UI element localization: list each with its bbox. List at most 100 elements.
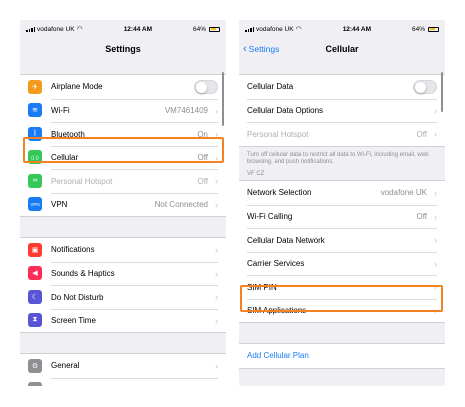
vpn-icon: VPN xyxy=(28,197,42,212)
row-general[interactable]: ⚙ General › xyxy=(20,354,226,378)
screentime-label: Screen Time xyxy=(51,316,96,326)
row-screentime[interactable]: ⧗ Screen Time › xyxy=(20,308,226,333)
chevron-right-icon: › xyxy=(215,105,218,116)
sounds-label: Sounds & Haptics xyxy=(51,269,115,279)
moon-icon: ☾ xyxy=(28,289,42,304)
chevron-right-icon: › xyxy=(212,385,218,386)
settings-screen: vodafone UK ◠ 12:44 AM 64% Settings ✈ Air… xyxy=(20,20,226,386)
airplane-label: Airplane Mode xyxy=(51,82,103,92)
settings-group-notifications: ▣ Notifications › ◀ Sounds & Haptics › ☾ Do Not… xyxy=(20,237,226,333)
signal-strength-icon xyxy=(26,26,35,32)
bluetooth-icon: ᛒ xyxy=(28,126,42,141)
page-title: Cellular xyxy=(325,44,359,54)
row-cellular-data-network[interactable]: Cellular Data Network › xyxy=(239,228,445,252)
back-button[interactable]: ‹ Settings xyxy=(243,38,279,60)
scroll-indicator[interactable] xyxy=(222,72,224,126)
row-wifi[interactable]: ≋ Wi-Fi VM7461409 › xyxy=(20,98,226,123)
hotspot-label: Personal Hotspot xyxy=(51,176,113,186)
airplane-toggle[interactable] xyxy=(194,79,218,94)
signal-strength-icon xyxy=(245,26,254,32)
hourglass-icon: ⧗ xyxy=(28,313,42,328)
row-dnd[interactable]: ☾ Do Not Disturb › xyxy=(20,285,226,309)
row-cellular-data[interactable]: Cellular Data xyxy=(239,75,445,99)
carrier-settings-group: Network Selection vodafone UK › Wi-Fi Calli… xyxy=(239,180,445,324)
speaker-icon: ◀ xyxy=(28,266,42,281)
row-carrier-services[interactable]: Carrier Services › xyxy=(239,251,445,276)
back-button-label: Settings xyxy=(248,44,280,54)
row-cellular[interactable]: ((·)) Cellular Off › xyxy=(20,145,226,170)
chevron-right-icon: › xyxy=(215,360,218,371)
row-notifications[interactable]: ▣ Notifications › xyxy=(20,238,226,262)
row-cellular-data-options[interactable]: Cellular Data Options › xyxy=(239,98,445,123)
cellular-data-toggle[interactable] xyxy=(413,79,437,94)
general-label: General xyxy=(51,361,80,371)
row-vpn[interactable]: VPN VPN Not Connected › xyxy=(20,192,226,217)
chevron-left-icon: ‹ xyxy=(243,42,247,55)
chevron-right-icon: › xyxy=(215,199,218,210)
row-control[interactable]: ☰ Control Center› xyxy=(20,377,226,386)
wifi-status-icon: ◠ xyxy=(295,25,302,33)
network-selection-value: vodafone UK xyxy=(380,188,427,198)
row-wifi-calling[interactable]: Wi-Fi Calling Off › xyxy=(239,204,445,229)
vpn-value: Not Connected xyxy=(154,200,208,210)
cellular-data-network-label: Cellular Data Network xyxy=(247,235,325,245)
chevron-right-icon: › xyxy=(215,292,218,303)
hotspot-value: Off xyxy=(197,176,208,186)
carrier-services-label: Carrier Services xyxy=(247,259,305,269)
add-cellular-plan-button[interactable]: Add Cellular Plan xyxy=(239,344,445,368)
chevron-right-icon: › xyxy=(434,258,437,269)
chevron-right-icon: › xyxy=(434,129,437,140)
settings-group-general: ⚙General›☰Control Center› xyxy=(20,353,226,386)
cellular-antenna-icon: ((·)) xyxy=(28,150,42,165)
cellular-data-footnote: Turn off cellular data to restrict all d… xyxy=(247,151,429,166)
control-center-icon: ☰ xyxy=(28,382,42,386)
row-personal-hotspot[interactable]: Personal Hotspot Off › xyxy=(239,122,445,146)
sim-pin-label: SIM PIN xyxy=(247,282,277,292)
chevron-right-icon: › xyxy=(434,187,437,198)
nav-bar: Settings xyxy=(20,38,226,60)
chevron-right-icon: › xyxy=(215,244,218,255)
notifications-icon: ▣ xyxy=(28,242,42,257)
row-hotspot[interactable]: ∞ Personal Hotspot Off › xyxy=(20,169,226,193)
section-header-carrier: VF CZ xyxy=(247,171,265,178)
notifications-label: Notifications xyxy=(51,245,95,255)
cellular-data-group: Cellular Data Cellular Data Options › Perso… xyxy=(239,74,445,147)
cellular-data-label: Cellular Data xyxy=(247,82,294,92)
battery-icon xyxy=(428,26,439,32)
battery-percent: 64% xyxy=(411,25,425,33)
chevron-right-icon: › xyxy=(434,235,437,246)
sim-applications-label: SIM Applications xyxy=(247,306,307,316)
dnd-label: Do Not Disturb xyxy=(51,292,104,302)
chevron-right-icon: › xyxy=(434,211,437,222)
cellular-label: Cellular xyxy=(51,153,79,163)
personal-hotspot-label: Personal Hotspot xyxy=(247,129,309,139)
chevron-right-icon: › xyxy=(434,105,437,116)
bluetooth-value: On xyxy=(197,129,208,139)
page-title: Settings xyxy=(105,44,141,54)
row-airplane[interactable]: ✈ Airplane Mode xyxy=(20,75,226,99)
row-network-selection[interactable]: Network Selection vodafone UK › xyxy=(239,181,445,205)
network-selection-label: Network Selection xyxy=(247,188,312,198)
row-sim-pin[interactable]: SIM PIN › xyxy=(239,275,445,299)
row-sim-applications[interactable]: SIM Applications › xyxy=(239,298,445,323)
control-label: Control Center xyxy=(51,385,212,386)
row-bluetooth[interactable]: ᛒ Bluetooth On › xyxy=(20,122,226,146)
wifi-calling-value: Off xyxy=(416,212,427,222)
chevron-right-icon: › xyxy=(215,129,218,140)
carrier-name: vodafone UK xyxy=(37,25,75,33)
status-time: 12:44 AM xyxy=(123,25,152,33)
status-time: 12:44 AM xyxy=(342,25,371,33)
chevron-right-icon: › xyxy=(215,315,218,326)
status-bar: vodafone UK ◠ 12:44 AM 64% xyxy=(239,20,445,38)
battery-percent: 64% xyxy=(192,25,206,33)
chevron-right-icon: › xyxy=(434,305,437,316)
wifi-status-icon: ◠ xyxy=(76,25,83,33)
cellular-value: Off xyxy=(197,153,208,163)
status-bar: vodafone UK ◠ 12:44 AM 64% xyxy=(20,20,226,38)
scroll-indicator[interactable] xyxy=(441,72,443,112)
wifi-label: Wi-Fi xyxy=(51,106,70,116)
hotspot-icon: ∞ xyxy=(28,173,42,188)
row-sounds[interactable]: ◀ Sounds & Haptics › xyxy=(20,261,226,286)
gear-icon: ⚙ xyxy=(28,358,42,373)
add-cellular-plan-label: Add Cellular Plan xyxy=(247,351,309,361)
